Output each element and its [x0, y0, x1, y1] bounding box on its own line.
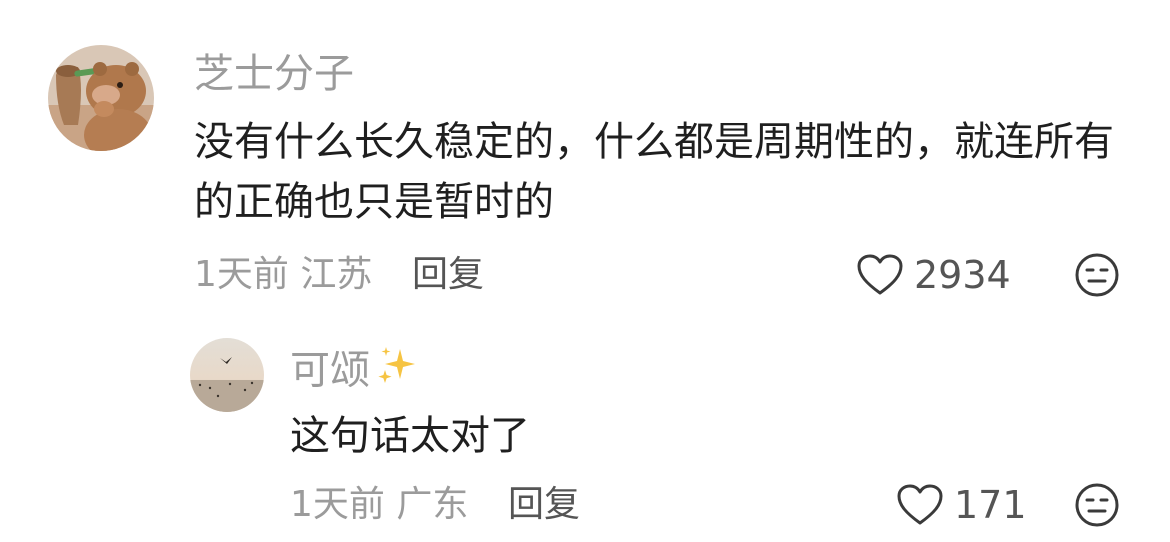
- meh-face-icon: [1075, 253, 1119, 297]
- comment-time: 1天前: [290, 484, 385, 525]
- like-count: 171: [954, 483, 1027, 527]
- comment-username[interactable]: 芝士分子: [194, 48, 354, 100]
- bear-avatar-image: [48, 45, 154, 151]
- sunset-bird-avatar-image: [190, 338, 264, 412]
- comment-location: 广东: [396, 484, 469, 525]
- dislike-button[interactable]: [1074, 482, 1120, 532]
- heart-outline-icon: [897, 484, 943, 525]
- comment-username[interactable]: 可颂: [290, 343, 420, 402]
- comment-location: 江苏: [300, 254, 373, 295]
- username-text: 可颂: [290, 347, 370, 394]
- reply-button[interactable]: 回复: [508, 480, 580, 530]
- heart-outline-icon: [857, 254, 903, 295]
- comment-section: 芝士分子 没有什么长久稳定的，什么都是周期性的，就连所有的正确也只是暂时的 1天…: [0, 0, 1170, 542]
- comment-text: 这句话太对了: [290, 413, 530, 459]
- avatar[interactable]: [48, 45, 154, 151]
- dislike-button[interactable]: [1074, 252, 1120, 302]
- like-count: 2934: [914, 253, 1011, 297]
- comment-time: 1天前: [194, 254, 289, 295]
- sparkles-icon: [374, 343, 420, 402]
- comment-meta: 1天前 江苏: [194, 250, 372, 300]
- comment-text: 没有什么长久稳定的，什么都是周期性的，就连所有的正确也只是暂时的: [194, 119, 1114, 225]
- avatar[interactable]: [190, 338, 264, 412]
- like-button[interactable]: 2934: [856, 250, 1011, 300]
- like-button[interactable]: 171: [896, 480, 1027, 530]
- reply-button[interactable]: 回复: [412, 250, 484, 300]
- comment-meta: 1天前 广东: [290, 480, 468, 530]
- meh-face-icon: [1075, 483, 1119, 527]
